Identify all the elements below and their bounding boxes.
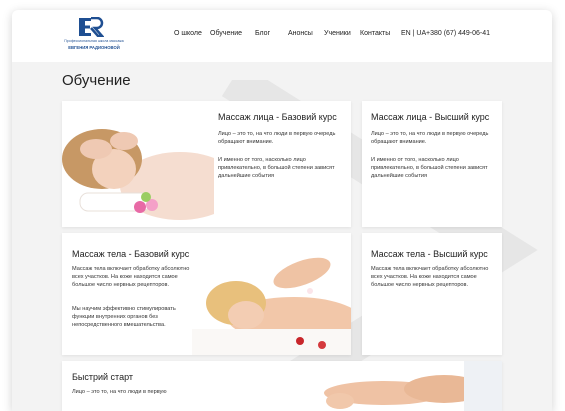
nav-item-contacts[interactable]: Контакты [360, 30, 390, 37]
course-title[interactable]: Массаж тела - Высший курс [371, 249, 488, 259]
site-header: Профессиональная школа массажа ЕВГЕНИЯ Р… [12, 10, 552, 62]
course-title[interactable]: Быстрий старт [72, 372, 133, 382]
logo-subtitle: Профессиональная школа массажа [64, 39, 124, 43]
course-card-body-advanced[interactable]: Массаж тела - Высший курс Массаж тела вк… [362, 233, 502, 355]
logo-name: ЕВГЕНИЯ РАДИОНОВОЙ [68, 45, 120, 50]
language-switcher[interactable]: EN | UA [401, 30, 426, 37]
course-card-body-basic[interactable]: Массаж тела - Базовий курс Массаж тела в… [62, 233, 351, 355]
page-title: Обучение [62, 72, 131, 89]
course-title[interactable]: Массаж тела - Базовий курс [72, 249, 189, 259]
course-text: Массаж тела включает обработку абсолютно… [72, 266, 190, 288]
nav-item-about[interactable]: О школе [174, 30, 202, 37]
course-text: Лицо – это то, на что люди в первую очер… [218, 131, 336, 145]
site-logo[interactable]: Профессиональная школа массажа ЕВГЕНИЯ Р… [58, 17, 130, 55]
phone-number[interactable]: +380 (67) 449-06-41 [426, 30, 490, 37]
nav-item-students[interactable]: Ученики [324, 30, 351, 37]
course-card-face-basic[interactable]: Массаж лица - Базовий курс Лицо – это то… [62, 101, 351, 227]
course-title[interactable]: Массаж лица - Высший курс [371, 112, 489, 122]
nav-item-blog[interactable]: Блог [255, 30, 270, 37]
nav-item-announcements[interactable]: Анонсы [288, 30, 313, 37]
course-text: Массаж тела включает обработку абсолютно… [371, 266, 489, 288]
course-photo [182, 233, 351, 355]
course-text: Лицо – это то, на что люди в первую очер… [371, 131, 489, 145]
course-title[interactable]: Массаж лица - Базовий курс [218, 112, 337, 122]
course-text: Мы научим эффективно стимулировать функц… [72, 306, 176, 328]
course-text: И именно от того, насколько лицо привлек… [371, 157, 488, 179]
course-text: Лицо – это то, на что люди в первую [72, 389, 167, 395]
browser-window: Профессиональная школа массажа ЕВГЕНИЯ Р… [12, 10, 552, 411]
nav-item-training[interactable]: Обучение [210, 30, 242, 37]
course-card-quick-start[interactable]: Быстрий старт Лицо – это то, на что люди… [62, 361, 502, 411]
course-card-face-advanced[interactable]: Массаж лица - Высший курс Лицо – это то,… [362, 101, 502, 227]
course-photo [294, 361, 502, 411]
course-text: И именно от того, насколько лицо привлек… [218, 157, 335, 179]
logo-mark-icon [79, 17, 104, 37]
course-photo [62, 101, 214, 227]
